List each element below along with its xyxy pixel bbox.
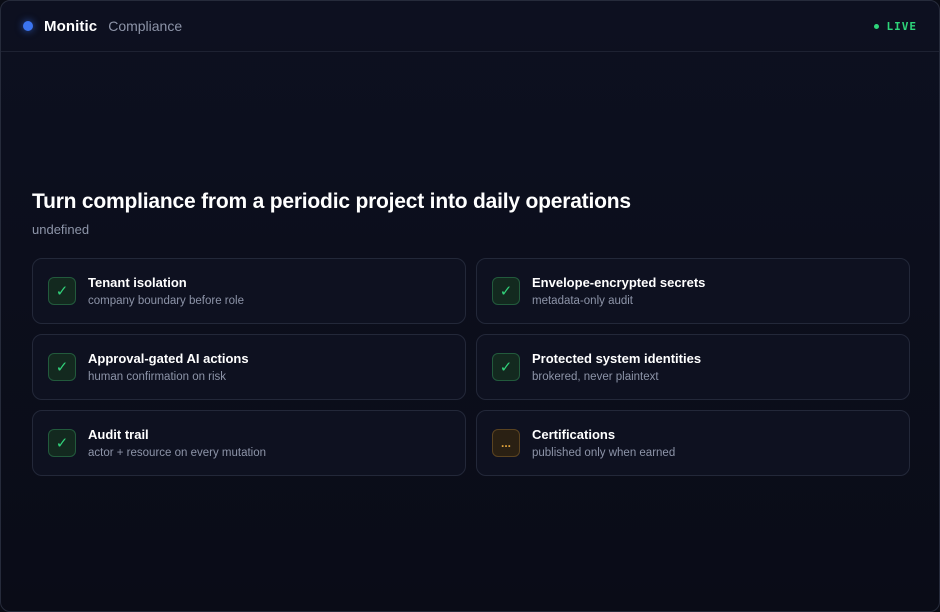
live-status-badge: LIVE: [873, 19, 918, 33]
live-dot-icon: [873, 23, 879, 29]
section-title: Compliance: [108, 18, 183, 34]
check-icon: ✓: [48, 429, 76, 457]
control-detail: human confirmation on risk: [88, 370, 227, 383]
app-window: Monitic Compliance LIVE Turn compliance …: [0, 0, 940, 612]
ellipsis-icon: ...: [492, 429, 520, 457]
brand-name[interactable]: Monitic: [44, 18, 97, 35]
top-bar: Monitic Compliance LIVE: [1, 1, 939, 52]
check-icon: ✓: [48, 353, 76, 381]
page-subtitle: undefined: [32, 222, 90, 237]
control-detail: company boundary before role: [88, 294, 244, 307]
check-icon: ✓: [492, 277, 520, 305]
control-card-protected-system-identities: ✓ Protected system identities brokered, …: [476, 334, 910, 400]
control-detail: brokered, never plaintext: [532, 370, 659, 383]
controls-grid: ✓ Tenant isolation company boundary befo…: [32, 258, 910, 476]
control-title: Audit trail: [88, 426, 149, 442]
control-title: Certifications: [532, 426, 616, 442]
check-icon: ✓: [492, 353, 520, 381]
brand-logo-dot: [23, 21, 33, 31]
control-card-certifications: ... Certifications published only when e…: [476, 410, 910, 476]
control-title: Envelope-encrypted secrets: [532, 274, 706, 290]
control-card-envelope-encrypted-secrets: ✓ Envelope-encrypted secrets metadata-on…: [476, 258, 910, 324]
check-icon: ✓: [48, 277, 76, 305]
control-title: Protected system identities: [532, 350, 702, 366]
control-card-approval-gated-ai-actions: ✓ Approval-gated AI actions human confir…: [32, 334, 466, 400]
control-title: Tenant isolation: [88, 274, 187, 290]
control-detail: metadata-only audit: [532, 294, 634, 307]
control-card-tenant-isolation: ✓ Tenant isolation company boundary befo…: [32, 258, 466, 324]
control-detail: published only when earned: [532, 446, 676, 459]
control-detail: actor + resource on every mutation: [88, 446, 267, 459]
page-title: Turn compliance from a periodic project …: [32, 190, 631, 213]
live-label: LIVE: [886, 19, 917, 33]
control-title: Approval-gated AI actions: [88, 350, 249, 366]
control-card-audit-trail: ✓ Audit trail actor + resource on every …: [32, 410, 466, 476]
